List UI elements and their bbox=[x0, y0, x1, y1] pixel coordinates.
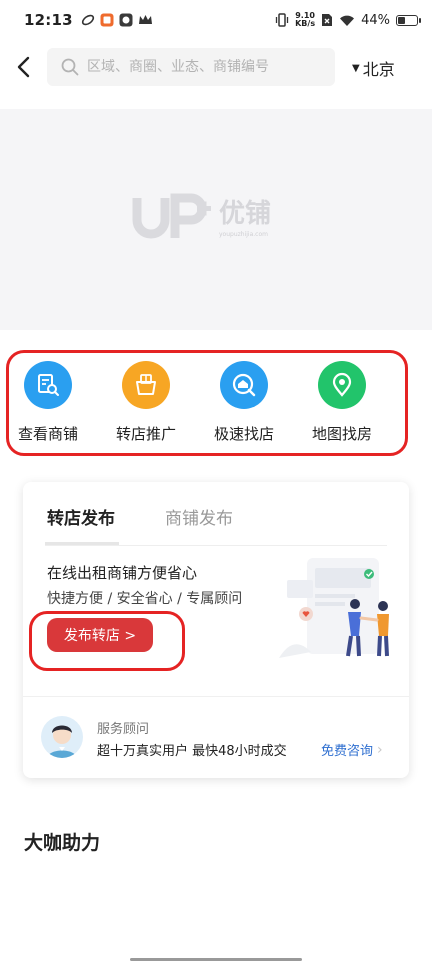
nav-item-map-find[interactable]: 地图找房 bbox=[297, 361, 387, 444]
card-divider bbox=[23, 696, 409, 697]
wifi-icon bbox=[340, 15, 355, 26]
chevron-right-icon: › bbox=[377, 741, 383, 758]
status-time: 12:13 bbox=[24, 11, 73, 29]
youpu-logo: 优铺 youpuzhijia.com bbox=[132, 193, 271, 238]
dropdown-triangle-icon: ▼ bbox=[352, 62, 360, 74]
link-icon bbox=[81, 14, 94, 26]
promo-subtitle: 快捷方便 / 安全省心 / 专属顾问 bbox=[47, 591, 243, 607]
tab-shop-publish[interactable]: 商铺发布 bbox=[165, 504, 233, 529]
sim-off-icon bbox=[322, 14, 333, 26]
home-indicator[interactable] bbox=[130, 958, 302, 961]
agents-illustration bbox=[279, 558, 389, 658]
tab-transfer-publish[interactable]: 转店发布 bbox=[47, 504, 115, 529]
shop-search-icon bbox=[24, 361, 72, 409]
map-pin-icon bbox=[318, 361, 366, 409]
promo-title: 在线出租商铺方便省心 bbox=[47, 564, 198, 582]
banner[interactable]: 优铺 youpuzhijia.com bbox=[0, 109, 432, 330]
back-button[interactable] bbox=[8, 50, 38, 84]
nav-label: 极速找店 bbox=[213, 425, 274, 443]
search-input[interactable] bbox=[87, 59, 317, 75]
nav-item-view-shops[interactable]: 查看商铺 bbox=[3, 361, 93, 444]
net-speed-unit: KB/s bbox=[295, 19, 316, 28]
status-bar: 12:13 9.10 KB/s 44% bbox=[0, 0, 432, 40]
quick-nav: 查看商铺 转店推广 极速找店 地图找房 bbox=[6, 350, 408, 456]
nav-label: 地图找房 bbox=[311, 425, 372, 443]
battery-percent: 44% bbox=[361, 12, 390, 28]
app-badge-icon bbox=[100, 13, 114, 27]
nav-item-fast-find[interactable]: 极速找店 bbox=[199, 361, 289, 444]
city-label: 北京 bbox=[362, 60, 395, 79]
section-title: 大咖助力 bbox=[24, 832, 101, 854]
back-arrow-icon bbox=[17, 56, 30, 78]
city-selector[interactable]: ▼ 北京 bbox=[352, 56, 395, 80]
transfer-promo-icon bbox=[122, 361, 170, 409]
nav-label: 转店推广 bbox=[115, 425, 176, 443]
notification-icons bbox=[81, 13, 153, 27]
tab-divider bbox=[45, 545, 387, 546]
nav-label: 查看商铺 bbox=[17, 425, 78, 443]
advisor-description: 超十万真实用户 最快48小时成交 bbox=[97, 744, 287, 759]
vibrate-icon bbox=[275, 13, 289, 27]
search-icon bbox=[61, 58, 79, 76]
nav-item-transfer-promo[interactable]: 转店推广 bbox=[101, 361, 191, 444]
app-green-icon bbox=[119, 13, 133, 27]
advisor-avatar bbox=[41, 716, 83, 758]
consult-label: 免费咨询 bbox=[321, 744, 374, 759]
free-consult-link[interactable]: 免费咨询 › bbox=[321, 740, 383, 760]
battery-level bbox=[398, 16, 406, 24]
advisor-title: 服务顾问 bbox=[97, 722, 150, 737]
fast-find-icon bbox=[220, 361, 268, 409]
publish-transfer-button[interactable]: 发布转店 > bbox=[47, 618, 153, 652]
search-bar[interactable] bbox=[47, 48, 335, 86]
publish-card: 转店发布 商铺发布 在线出租商铺方便省心 快捷方便 / 安全省心 / 专属顾问 … bbox=[23, 482, 409, 778]
logo-subtext: youpuzhijia.com bbox=[219, 231, 268, 238]
header: ▼ 北京 bbox=[0, 46, 432, 88]
battery-icon bbox=[396, 14, 421, 26]
net-speed: 9.10 KB/s bbox=[295, 12, 315, 28]
status-right: 9.10 KB/s 44% bbox=[275, 12, 421, 28]
crown-icon bbox=[138, 15, 152, 24]
logo-text: 优铺 bbox=[219, 199, 271, 229]
